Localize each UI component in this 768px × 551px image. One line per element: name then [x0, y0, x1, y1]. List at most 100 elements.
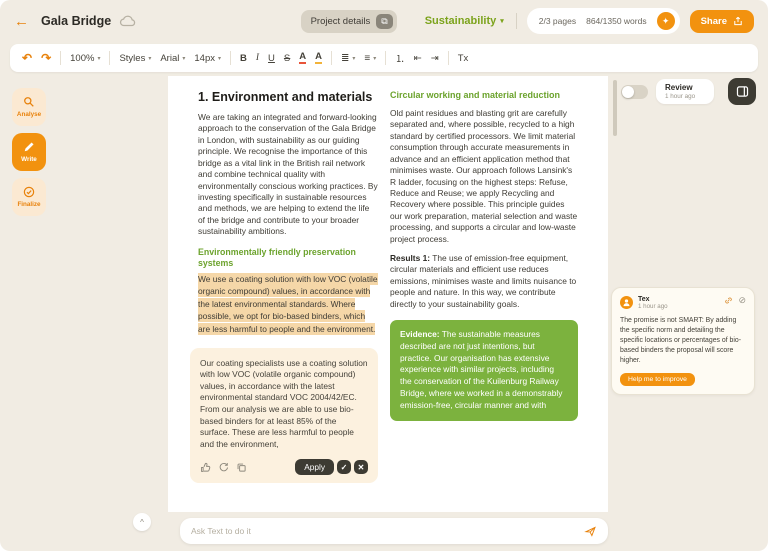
- font-size-select[interactable]: 14px ▾: [194, 53, 221, 64]
- outdent-button[interactable]: ⇤: [414, 53, 422, 64]
- review-label: Review: [665, 83, 693, 92]
- document-heading: 1. Environment and materials: [198, 90, 373, 104]
- chevron-down-icon: ▾: [97, 55, 101, 62]
- chevron-down-icon: ▾: [182, 55, 186, 62]
- header-divider: [515, 13, 517, 29]
- scrollbar[interactable]: [613, 80, 617, 136]
- bold-button[interactable]: B: [240, 53, 247, 64]
- document-page[interactable]: 1. Environment and materials We are taki…: [168, 76, 608, 512]
- toolbar-divider: [447, 51, 449, 65]
- chevron-down-icon: ▾: [148, 55, 152, 62]
- back-icon[interactable]: ←: [14, 13, 29, 30]
- evidence-text: The sustainable measures described are n…: [400, 329, 563, 410]
- review-time: 1 hour ago: [665, 93, 696, 100]
- section-label: Sustainability: [424, 15, 497, 27]
- assistant-badge-icon[interactable]: ✦: [656, 12, 675, 30]
- chevron-down-icon: ▾: [373, 55, 377, 62]
- section-selector[interactable]: Sustainability ▾: [425, 15, 504, 27]
- list-style-select[interactable]: ≣ ▾: [341, 53, 355, 64]
- comment-author: Tex: [638, 296, 650, 303]
- numbered-list-button[interactable]: ⒈: [395, 51, 405, 65]
- send-icon[interactable]: [584, 525, 597, 538]
- improve-button[interactable]: Help me to improve: [620, 373, 695, 386]
- collapse-chat-button[interactable]: ^: [133, 513, 151, 531]
- accept-icon[interactable]: ✓: [337, 460, 351, 475]
- document-subheading: Environmentally friendly preservation sy…: [198, 246, 356, 268]
- review-toggle[interactable]: [621, 85, 648, 99]
- toolbar-divider: [109, 51, 111, 65]
- project-title: Gala Bridge: [41, 14, 112, 28]
- font-select[interactable]: Arial ▾: [160, 53, 185, 64]
- evidence-label: Evidence:: [400, 329, 440, 340]
- mode-sidebar: Analyse Write Finalize: [12, 88, 46, 216]
- styles-select[interactable]: Styles ▾: [119, 53, 151, 64]
- comment-body: The promise is not SMART: By adding the …: [620, 317, 742, 364]
- sidebar-item-finalize[interactable]: Finalize: [12, 178, 46, 216]
- chat-input[interactable]: [191, 526, 584, 536]
- clear-formatting-button[interactable]: Tx: [458, 53, 469, 64]
- zoom-select[interactable]: 100% ▾: [70, 53, 100, 64]
- zoom-value: 100%: [70, 52, 95, 64]
- suggestion-actions: Apply ✓ ✕: [200, 459, 368, 476]
- thumbs-up-icon[interactable]: [200, 462, 211, 473]
- document-paragraph: Old paint residues and blasting grit are…: [390, 108, 578, 244]
- magnifier-icon: [23, 96, 35, 108]
- underline-button[interactable]: U: [268, 53, 275, 64]
- app-window: ← Gala Bridge Project details ⧉ Sustaina…: [0, 0, 768, 551]
- redo-icon[interactable]: ↷: [41, 51, 51, 65]
- sidebar-item-label: Analyse: [16, 111, 42, 118]
- cloud-sync-icon: [119, 15, 137, 27]
- words-count: 864/1350 words: [586, 16, 647, 26]
- results-label: Results 1:: [390, 253, 431, 264]
- sidebar-item-label: Write: [21, 156, 37, 163]
- bullet-list-icon: ≣: [341, 52, 350, 64]
- toggle-knob: [622, 86, 634, 98]
- suggestion-text: Our coating specialists use a coating so…: [200, 357, 368, 449]
- evidence-box: Evidence: The sustainable measures descr…: [390, 320, 578, 421]
- pencil-icon: [23, 141, 35, 153]
- comment-time: 1 hour ago: [638, 303, 668, 310]
- font-color-button[interactable]: A: [299, 52, 307, 65]
- apply-button[interactable]: Apply: [295, 459, 334, 476]
- sidebar-item-label: Finalize: [17, 201, 41, 208]
- comment-meta: Tex 1 hour ago: [638, 296, 719, 310]
- document-left-column: 1. Environment and materials We are taki…: [190, 90, 378, 484]
- resolve-icon[interactable]: ⊘: [738, 296, 746, 305]
- review-button[interactable]: Review 1 hour ago: [656, 79, 714, 104]
- chat-bar: [180, 518, 608, 544]
- styles-value: Styles: [119, 52, 146, 64]
- align-select[interactable]: ≡ ▾: [364, 53, 376, 64]
- text-highlight[interactable]: We use a coating solution with low VOC (…: [198, 272, 378, 336]
- comments-panel-button[interactable]: [728, 78, 756, 105]
- review-comment-card: Tex 1 hour ago ⊘ The promise is not SMAR…: [611, 287, 755, 395]
- formatting-toolbar: ↶ ↷ 100% ▾ Styles ▾ Arial ▾ 14px ▾ B I U S A…: [10, 44, 758, 72]
- italic-button[interactable]: I: [256, 53, 259, 63]
- ai-suggestion-card: Our coating specialists use a coating so…: [190, 347, 378, 484]
- undo-icon[interactable]: ↶: [22, 51, 32, 65]
- sidebar-item-write[interactable]: Write: [12, 133, 46, 171]
- toolbar-divider: [60, 51, 62, 65]
- share-label: Share: [700, 15, 727, 27]
- link-icon[interactable]: [724, 296, 733, 305]
- comment-header: Tex 1 hour ago ⊘: [620, 296, 746, 310]
- highlighted-paragraph: We use a coating solution with low VOC (…: [198, 272, 378, 336]
- toolbar-divider: [385, 51, 387, 65]
- project-details-button[interactable]: Project details ⧉: [300, 9, 397, 33]
- regenerate-icon[interactable]: [218, 462, 229, 473]
- share-button[interactable]: Share: [689, 9, 754, 33]
- check-circle-icon: [23, 186, 35, 198]
- chevron-down-icon: ▾: [500, 18, 504, 25]
- comments-panel-icon: [736, 85, 749, 98]
- font-value: Arial: [160, 52, 180, 64]
- highlight-color-button[interactable]: A: [315, 52, 323, 65]
- pages-count: 2/3 pages: [538, 16, 577, 26]
- font-size-value: 14px: [194, 52, 215, 64]
- copy-icon[interactable]: [236, 462, 247, 473]
- apply-group: Apply ✓ ✕: [295, 459, 368, 476]
- sidebar-item-analyse[interactable]: Analyse: [12, 88, 46, 126]
- strikethrough-button[interactable]: S: [284, 53, 290, 64]
- indent-button[interactable]: ⇥: [431, 53, 439, 64]
- reject-icon[interactable]: ✕: [354, 460, 368, 475]
- header: ← Gala Bridge Project details ⧉ Sustaina…: [0, 0, 768, 42]
- document-counters: 2/3 pages 864/1350 words ✦: [526, 8, 680, 34]
